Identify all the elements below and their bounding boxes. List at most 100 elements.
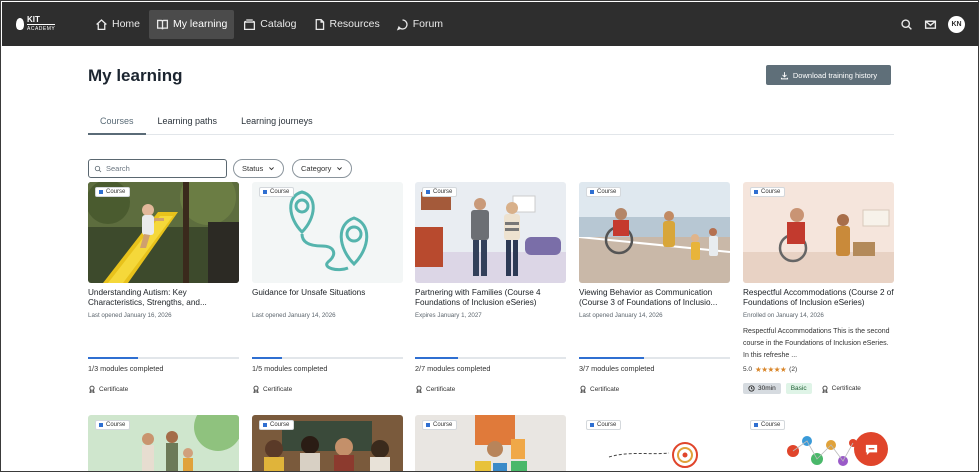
course-card[interactable]: Course (579, 415, 730, 471)
search-icon[interactable] (900, 18, 913, 31)
app-window: KIT ACADEMY Home My learning Catalog Res… (0, 0, 979, 472)
duration-pill: 30min (743, 383, 781, 394)
course-card[interactable]: Course (252, 415, 403, 471)
download-icon (780, 71, 788, 79)
progress-bar (415, 357, 566, 359)
course-card[interactable]: Course Understanding Autism: Key Charact… (88, 182, 239, 393)
catalog-icon (244, 18, 256, 30)
chat-icon (865, 444, 877, 455)
course-thumbnail[interactable]: Course (415, 415, 566, 471)
course-badge: Course (95, 187, 131, 197)
course-thumbnail[interactable]: Course (252, 415, 403, 471)
course-thumbnail[interactable]: Course (252, 182, 403, 283)
course-meta: Enrolled on January 14, 2026 (743, 312, 824, 319)
nav-item-catalog[interactable]: Catalog (236, 10, 303, 39)
course-badge: Course (422, 187, 458, 197)
progress-fill (579, 357, 644, 359)
course-badge: Course (422, 420, 458, 430)
map-pins-image (252, 182, 403, 283)
certificate-icon (89, 385, 95, 393)
course-badge: Course (259, 187, 295, 197)
chat-bubble-icon (396, 18, 408, 31)
progress-bar (579, 357, 730, 359)
course-thumbnail[interactable]: Course (88, 182, 239, 283)
course-card[interactable]: Course Guidance for Unsafe Situations La… (252, 182, 403, 393)
nav-item-forum[interactable]: Forum (389, 10, 450, 39)
course-card[interactable]: Course Partnering with Families (Course … (415, 182, 566, 393)
children-wheelchair-image (579, 182, 730, 283)
course-thumbnail[interactable]: Course (415, 182, 566, 283)
page-title: My learning (88, 66, 183, 85)
download-training-history-button[interactable]: Download training history (766, 65, 891, 85)
book-icon (156, 19, 169, 29)
course-thumbnail[interactable]: Course (579, 415, 730, 471)
mail-icon[interactable] (924, 18, 937, 31)
certificate-label: Certificate (579, 385, 619, 393)
course-tags: 30min Basic Certificate (743, 383, 861, 394)
course-badge: Course (95, 420, 131, 430)
logo-subtext: ACADEMY (27, 23, 56, 32)
classroom-wheelchair-image (743, 182, 894, 283)
course-card[interactable]: Course Viewing Behavior as Communication… (579, 182, 730, 393)
progress-fill (252, 357, 283, 359)
progress-fill (88, 357, 139, 359)
course-card[interactable]: Course (88, 415, 239, 471)
document-icon (315, 18, 324, 30)
nav-item-my-learning[interactable]: My learning (149, 9, 235, 39)
star-rating-icon: ★★★★★ (755, 365, 787, 374)
course-thumbnail[interactable]: Course (743, 182, 894, 283)
course-description: Respectful Accommodations This is the se… (743, 328, 890, 359)
clock-icon (748, 385, 755, 392)
course-rating: 5.0 ★★★★★ (2) (743, 365, 797, 374)
search-input[interactable] (106, 164, 216, 173)
nav-actions: KN (889, 15, 965, 33)
course-card[interactable]: Course Respectful Accommodations (Course… (743, 182, 894, 394)
tab-learning-paths[interactable]: Learning paths (146, 109, 230, 135)
modules-completed: 1/3 modules completed (88, 364, 164, 373)
certificate-icon (253, 385, 259, 393)
course-badge: Course (750, 187, 786, 197)
certificate-label: Certificate (252, 385, 292, 393)
search-box (88, 159, 227, 178)
course-meta: Last opened January 16, 2026 (88, 312, 172, 319)
rating-count: (2) (789, 366, 798, 373)
certificate-label: Certificate (88, 385, 128, 393)
chat-support-button[interactable] (854, 432, 888, 466)
nav-item-resources[interactable]: Resources (306, 10, 387, 39)
two-adults-image (415, 182, 566, 283)
kit-academy-logo[interactable]: KIT ACADEMY (16, 14, 78, 34)
certificate-icon (822, 385, 828, 393)
course-title[interactable]: Partnering with Families (Course 4 Found… (415, 288, 566, 308)
modules-completed: 3/7 modules completed (579, 364, 655, 373)
course-title[interactable]: Guidance for Unsafe Situations (252, 288, 403, 308)
course-title[interactable]: Understanding Autism: Key Characteristic… (88, 288, 239, 308)
certificate-icon (416, 385, 422, 393)
chevron-down-icon (269, 167, 275, 171)
course-badge: Course (586, 187, 622, 197)
course-badge: Course (586, 420, 622, 430)
course-thumbnail[interactable]: Course (88, 415, 239, 471)
nav-item-home[interactable]: Home (88, 10, 147, 39)
course-title[interactable]: Viewing Behavior as Communication (Cours… (579, 288, 730, 308)
level-pill: Basic (785, 383, 812, 394)
learning-tabs: Courses Learning paths Learning journeys (88, 109, 894, 135)
chevron-down-icon (337, 167, 343, 171)
tab-learning-journeys[interactable]: Learning journeys (229, 109, 325, 135)
progress-bar (88, 357, 239, 359)
top-navigation: KIT ACADEMY Home My learning Catalog Res… (2, 2, 978, 46)
certificate-label: Certificate (821, 385, 861, 393)
course-thumbnail[interactable]: Course (579, 182, 730, 283)
tab-courses[interactable]: Courses (88, 109, 146, 135)
course-card[interactable]: Course (415, 415, 566, 471)
course-title[interactable]: Respectful Accommodations (Course 2 of F… (743, 288, 894, 308)
course-meta: Last opened January 14, 2026 (252, 312, 336, 319)
modules-completed: 1/5 modules completed (252, 364, 328, 373)
home-icon (96, 18, 107, 30)
course-meta: Last opened January 14, 2026 (579, 312, 663, 319)
logo-text: KIT (27, 14, 40, 24)
nav-items: Home My learning Catalog Resources Forum (88, 2, 452, 46)
rating-value: 5.0 (743, 366, 753, 373)
status-filter[interactable]: Status (233, 159, 285, 178)
category-filter[interactable]: Category (292, 159, 353, 178)
user-avatar[interactable]: KN (948, 15, 965, 33)
